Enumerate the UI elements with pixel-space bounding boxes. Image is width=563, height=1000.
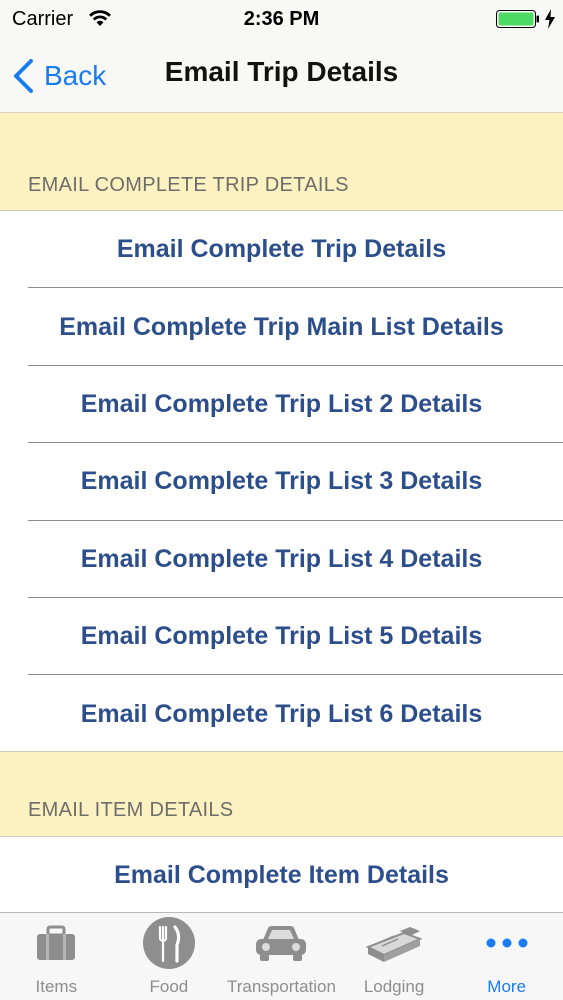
email-trip-list-5-button[interactable]: Email Complete Trip List 5 Details bbox=[0, 598, 563, 676]
tab-items[interactable]: Items bbox=[0, 913, 113, 1000]
tab-label: Transportation bbox=[226, 977, 336, 996]
section-header-trip: EMAIL COMPLETE TRIP DETAILS bbox=[28, 174, 349, 196]
tab-bar: Items Food Transportation Lodging More bbox=[0, 912, 563, 1000]
fork-knife-icon bbox=[142, 917, 195, 969]
row-label: Email Complete Trip List 2 Details bbox=[80, 389, 483, 418]
row-label: Email Complete Trip Main List Details bbox=[59, 312, 504, 341]
tab-label: Lodging bbox=[363, 977, 425, 996]
row-label: Email Complete Trip List 6 Details bbox=[80, 699, 483, 728]
more-dots-icon bbox=[486, 938, 528, 948]
charging-bolt-icon bbox=[545, 9, 555, 29]
email-trip-list-6-button[interactable]: Email Complete Trip List 6 Details bbox=[0, 675, 563, 752]
battery-icon bbox=[496, 10, 539, 28]
section-header-item: EMAIL ITEM DETAILS bbox=[28, 799, 234, 821]
row-label: Email Complete Trip List 3 Details bbox=[80, 467, 483, 496]
status-bar: Carrier 2:36 PM bbox=[0, 0, 563, 38]
row-label: Email Complete Trip List 4 Details bbox=[80, 544, 483, 573]
email-complete-trip-details-button[interactable]: Email Complete Trip Details bbox=[0, 211, 563, 289]
tab-label: Food bbox=[149, 977, 189, 996]
bed-icon bbox=[365, 927, 423, 962]
email-trip-list-3-button[interactable]: Email Complete Trip List 3 Details bbox=[0, 443, 563, 521]
trip-details-list: Email Complete Trip Details Email Comple… bbox=[0, 210, 563, 752]
tab-lodging[interactable]: Lodging bbox=[338, 913, 451, 1000]
email-complete-item-details-button[interactable]: Email Complete Item Details bbox=[0, 837, 563, 914]
row-label: Email Complete Trip List 5 Details bbox=[80, 622, 483, 651]
car-icon bbox=[256, 926, 307, 961]
email-trip-main-list-button[interactable]: Email Complete Trip Main List Details bbox=[0, 288, 563, 366]
tab-label: More bbox=[487, 977, 527, 996]
item-details-list: Email Complete Item Details bbox=[0, 836, 563, 916]
tab-food[interactable]: Food bbox=[113, 913, 226, 1000]
email-trip-list-4-button[interactable]: Email Complete Trip List 4 Details bbox=[0, 521, 563, 598]
status-time: 2:36 PM bbox=[243, 8, 320, 30]
tab-label: Items bbox=[35, 977, 78, 996]
tab-transportation[interactable]: Transportation bbox=[225, 913, 338, 1000]
email-trip-list-2-button[interactable]: Email Complete Trip List 2 Details bbox=[0, 366, 563, 444]
tab-more[interactable]: More bbox=[450, 913, 563, 1000]
page-title: Email Trip Details bbox=[164, 56, 399, 87]
row-label: Email Complete Trip Details bbox=[116, 235, 447, 264]
briefcase-icon bbox=[37, 925, 76, 960]
row-label: Email Complete Item Details bbox=[114, 861, 449, 890]
navigation-bar: Back Email Trip Details bbox=[0, 38, 563, 113]
